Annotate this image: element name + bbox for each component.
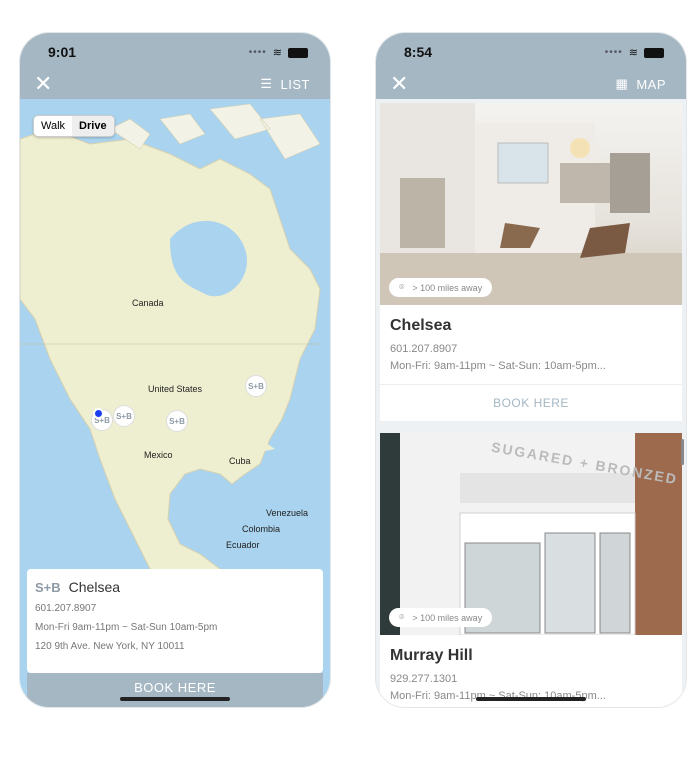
card-location-name: Chelsea bbox=[68, 579, 121, 595]
book-here-button[interactable]: BOOK HERE bbox=[380, 384, 682, 421]
signal-icon: •••• bbox=[248, 47, 267, 58]
list-view-button[interactable]: ☰ LIST bbox=[260, 76, 310, 92]
battery-icon bbox=[288, 47, 308, 58]
location-pin-icon: ⌾ bbox=[399, 612, 405, 622]
location-hours: Mon-Fri: 9am-11pm ~ Sat-Sun: 10am-5pm... bbox=[390, 360, 606, 372]
salon-interior-image bbox=[380, 103, 682, 305]
nav-bar: ✕ ☰ LIST bbox=[20, 67, 330, 99]
card-title-row: S+B Chelsea bbox=[35, 579, 315, 595]
home-indicator bbox=[120, 697, 230, 701]
card-address[interactable]: 120 9th Ave. New York, NY 10011 bbox=[35, 641, 315, 652]
list-item[interactable]: ⌾ > 100 miles away Chelsea 601.207.8907 … bbox=[380, 103, 682, 421]
nav-bar: ✕ ▦ MAP bbox=[376, 67, 686, 99]
map-view-label: MAP bbox=[636, 76, 666, 92]
drive-option[interactable]: Drive bbox=[72, 116, 114, 136]
list-view-label: LIST bbox=[280, 76, 310, 92]
distance-text: > 100 miles away bbox=[412, 282, 483, 293]
status-time: 9:01 bbox=[48, 44, 77, 60]
location-card[interactable]: S+B Chelsea 601.207.8907 Mon-Fri 9am-11p… bbox=[27, 569, 323, 673]
location-photo: SUGARED + BRONZED ⌾ > 100 miles away bbox=[380, 433, 682, 635]
location-pin[interactable]: S+B bbox=[245, 375, 267, 397]
map-label-venezuela: Venezuela bbox=[266, 508, 309, 518]
walk-option[interactable]: Walk bbox=[34, 116, 72, 136]
location-photo: ⌾ > 100 miles away bbox=[380, 103, 682, 305]
home-indicator bbox=[476, 697, 586, 701]
list-icon: ☰ bbox=[260, 76, 273, 91]
map-label-us: United States bbox=[148, 384, 203, 394]
card-hours: Mon-Fri 9am-11pm ~ Sat-Sun 10am-5pm bbox=[35, 622, 218, 633]
current-location-dot bbox=[93, 408, 104, 419]
book-here-button[interactable]: BOOK HERE bbox=[27, 673, 323, 707]
card-phone[interactable]: 601.207.8907 bbox=[35, 603, 315, 614]
location-pin[interactable]: S+B bbox=[113, 405, 135, 427]
close-icon[interactable]: ✕ bbox=[34, 71, 52, 97]
list-item[interactable]: SUGARED + BRONZED ⌾ > 100 miles away Mur… bbox=[380, 433, 682, 707]
status-bar: 8:54 •••• ≋ bbox=[376, 33, 686, 67]
location-name: Chelsea bbox=[390, 317, 452, 334]
distance-badge: ⌾ > 100 miles away bbox=[389, 608, 493, 627]
map-screen: 9:01 •••• ≋ ✕ ☰ LIST Walk Drive Canada U… bbox=[19, 32, 331, 708]
status-time: 8:54 bbox=[404, 44, 433, 60]
map-icon: ▦ bbox=[615, 76, 629, 91]
wifi-icon: ≋ bbox=[628, 47, 638, 59]
list-screen: 8:54 •••• ≋ ✕ ▦ MAP ⌾ > 100 miles away C… bbox=[375, 32, 687, 708]
location-phone[interactable]: 929.277.1301 bbox=[390, 673, 672, 685]
brand-logo: S+B bbox=[35, 579, 61, 595]
travel-mode-toggle[interactable]: Walk Drive bbox=[33, 115, 115, 137]
status-bar: 9:01 •••• ≋ bbox=[20, 33, 330, 67]
map-label-colombia: Colombia bbox=[242, 524, 281, 534]
system-icons: •••• ≋ bbox=[605, 46, 664, 59]
location-phone[interactable]: 601.207.8907 bbox=[390, 343, 672, 355]
scrollbar[interactable] bbox=[681, 439, 684, 465]
map-label-mexico: Mexico bbox=[144, 450, 173, 460]
distance-text: > 100 miles away bbox=[412, 612, 483, 623]
location-list[interactable]: ⌾ > 100 miles away Chelsea 601.207.8907 … bbox=[376, 99, 686, 707]
location-name: Murray Hill bbox=[390, 647, 473, 664]
location-pin-icon: ⌾ bbox=[399, 282, 405, 292]
map-label-canada: Canada bbox=[132, 298, 164, 308]
signal-icon: •••• bbox=[604, 47, 623, 58]
location-pin[interactable]: S+B bbox=[166, 410, 188, 432]
distance-badge: ⌾ > 100 miles away bbox=[389, 278, 493, 297]
map-view-button[interactable]: ▦ MAP bbox=[616, 76, 666, 92]
map-label-cuba: Cuba bbox=[229, 456, 251, 466]
wifi-icon: ≋ bbox=[272, 47, 282, 59]
map-label-ecuador: Ecuador bbox=[226, 540, 260, 550]
close-icon[interactable]: ✕ bbox=[390, 71, 408, 97]
battery-icon bbox=[644, 47, 664, 58]
system-icons: •••• ≋ bbox=[249, 46, 308, 59]
